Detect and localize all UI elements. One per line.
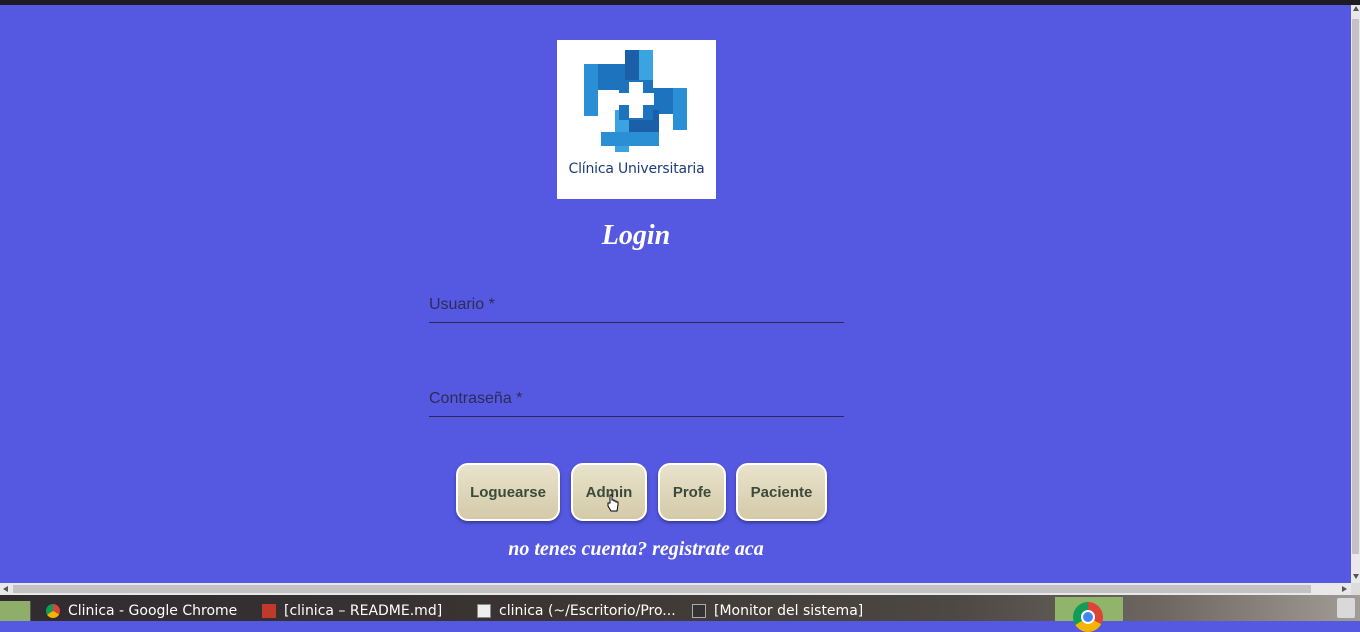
password-field[interactable]: Contraseña * [429, 386, 844, 417]
taskbar: Clinica - Google Chrome [clinica – READM… [0, 595, 1360, 632]
scroll-left-icon[interactable] [3, 586, 8, 592]
taskbar-item-label: clinica (~/Escritorio/Pro... [499, 603, 676, 619]
editor-icon [262, 604, 276, 618]
page-title: Login [601, 220, 671, 251]
horizontal-scroll-thumb[interactable] [13, 585, 1311, 593]
taskbar-item-label: [clinica – README.md] [284, 603, 443, 619]
text-editor-icon [477, 604, 491, 618]
horizontal-scrollbar[interactable] [0, 583, 1351, 595]
chrome-launcher-icon[interactable] [1073, 602, 1103, 632]
taskbar-item-label: [Monitor del sistema] [714, 603, 864, 619]
scroll-down-icon[interactable] [1353, 574, 1359, 579]
profe-button[interactable]: Profe [658, 463, 726, 521]
scroll-right-icon[interactable] [1342, 586, 1347, 592]
clinic-cross-icon [584, 50, 687, 152]
taskbar-item-system-monitor[interactable]: [Monitor del sistema] [692, 601, 872, 621]
clinic-logo: Clínica Universitaria [557, 40, 716, 199]
scroll-up-icon[interactable] [1353, 6, 1359, 11]
register-link[interactable]: no tenes cuenta? registrate aca [436, 538, 836, 561]
hand-cursor-icon [607, 494, 619, 512]
vertical-scrollbar[interactable] [1351, 5, 1360, 583]
taskbar-item-text-editor[interactable]: clinica (~/Escritorio/Pro... [477, 601, 682, 621]
system-monitor-icon [692, 604, 706, 618]
chrome-icon [46, 604, 60, 618]
taskbar-item-label: Clinica - Google Chrome [68, 603, 238, 619]
paciente-button[interactable]: Paciente [736, 463, 827, 521]
username-field[interactable]: Usuario * [429, 292, 844, 323]
scrollbar-corner [1351, 583, 1360, 595]
taskbar-item-editor[interactable]: [clinica – README.md] [262, 601, 452, 621]
desktop-button[interactable] [0, 601, 31, 621]
password-input[interactable] [429, 386, 844, 416]
vertical-scroll-thumb[interactable] [1352, 19, 1359, 554]
logo-text: Clínica Universitaria [568, 161, 705, 177]
taskbar-item-chrome[interactable]: Clinica - Google Chrome [46, 601, 246, 621]
admin-button[interactable]: Admin [571, 463, 647, 521]
login-button[interactable]: Loguearse [456, 463, 560, 521]
trash-icon[interactable] [1337, 598, 1355, 618]
username-input[interactable] [429, 292, 844, 322]
